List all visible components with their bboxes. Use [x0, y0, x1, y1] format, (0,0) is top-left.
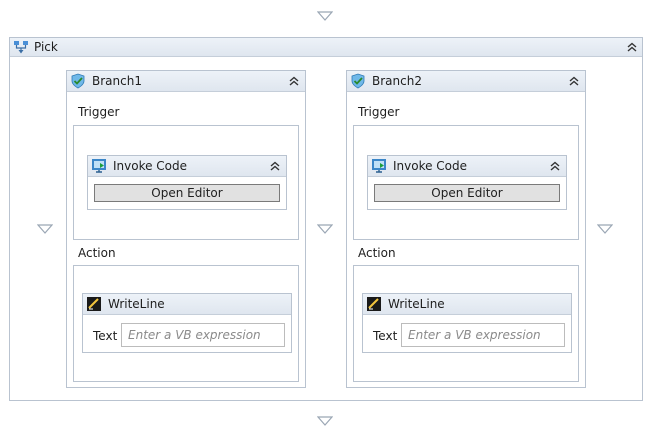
- text-field-label: Text: [93, 329, 118, 343]
- triangle-down-icon: [597, 224, 613, 234]
- invoke-code-icon: [92, 159, 106, 173]
- triangle-down-icon: [317, 11, 333, 21]
- workflow-designer-canvas: { "pick": {"title": "Pick"}, "branches":…: [0, 0, 651, 431]
- invoke-code-header[interactable]: Invoke Code: [88, 156, 286, 177]
- text-expression-input[interactable]: Enter a VB expression: [121, 323, 285, 347]
- text-field-label: Text: [373, 329, 398, 343]
- double-chevron-up-icon[interactable]: [548, 159, 562, 173]
- action-label: Action: [358, 246, 396, 260]
- writeline-header[interactable]: WriteLine: [363, 294, 571, 315]
- action-drop-zone[interactable]: WriteLine Text Enter a VB expression: [73, 265, 299, 382]
- writeline-icon: [367, 297, 381, 311]
- branch-header[interactable]: Branch1: [67, 71, 305, 92]
- branch-title: Branch2: [372, 74, 422, 88]
- triangle-down-icon: [317, 416, 333, 426]
- action-drop-zone[interactable]: WriteLine Text Enter a VB expression: [353, 265, 579, 382]
- drop-target-left[interactable]: [37, 224, 53, 234]
- branch-activity-1[interactable]: Branch1 Trigger Invoke Code Open Editor …: [66, 70, 306, 388]
- branch-activity-2[interactable]: Branch2 Trigger Invoke Code Open Editor …: [346, 70, 586, 388]
- invoke-code-title: Invoke Code: [393, 159, 468, 173]
- writeline-activity[interactable]: WriteLine Text Enter a VB expression: [362, 293, 572, 353]
- pick-header[interactable]: Pick: [10, 38, 642, 57]
- invoke-code-title: Invoke Code: [113, 159, 188, 173]
- invoke-code-activity[interactable]: Invoke Code Open Editor: [87, 155, 287, 210]
- trigger-label: Trigger: [358, 105, 400, 119]
- invoke-code-activity[interactable]: Invoke Code Open Editor: [367, 155, 567, 210]
- double-chevron-up-icon[interactable]: [287, 74, 301, 88]
- triangle-down-icon: [317, 224, 333, 234]
- writeline-activity[interactable]: WriteLine Text Enter a VB expression: [82, 293, 292, 353]
- branch-title: Branch1: [92, 74, 142, 88]
- writeline-title: WriteLine: [108, 297, 165, 311]
- invoke-code-header[interactable]: Invoke Code: [368, 156, 566, 177]
- drop-target-right[interactable]: [597, 224, 613, 234]
- trigger-drop-zone[interactable]: Invoke Code Open Editor: [353, 125, 579, 240]
- double-chevron-up-icon[interactable]: [567, 74, 581, 88]
- pick-title: Pick: [34, 40, 58, 54]
- drop-target-top[interactable]: [317, 11, 333, 21]
- action-label: Action: [78, 246, 116, 260]
- drop-target-middle[interactable]: [317, 224, 333, 234]
- open-editor-button[interactable]: Open Editor: [94, 184, 280, 202]
- triangle-down-icon: [37, 224, 53, 234]
- writeline-icon: [87, 297, 101, 311]
- trigger-label: Trigger: [78, 105, 120, 119]
- branch-activity-icon: [71, 73, 85, 89]
- open-editor-button[interactable]: Open Editor: [374, 184, 560, 202]
- pick-activity-icon: [14, 41, 28, 54]
- branch-header[interactable]: Branch2: [347, 71, 585, 92]
- invoke-code-icon: [372, 159, 386, 173]
- text-expression-input[interactable]: Enter a VB expression: [401, 323, 565, 347]
- drop-target-bottom[interactable]: [317, 416, 333, 426]
- double-chevron-up-icon[interactable]: [268, 159, 282, 173]
- branch-activity-icon: [351, 73, 365, 89]
- writeline-title: WriteLine: [388, 297, 445, 311]
- writeline-header[interactable]: WriteLine: [83, 294, 291, 315]
- trigger-drop-zone[interactable]: Invoke Code Open Editor: [73, 125, 299, 240]
- double-chevron-up-icon[interactable]: [625, 40, 639, 54]
